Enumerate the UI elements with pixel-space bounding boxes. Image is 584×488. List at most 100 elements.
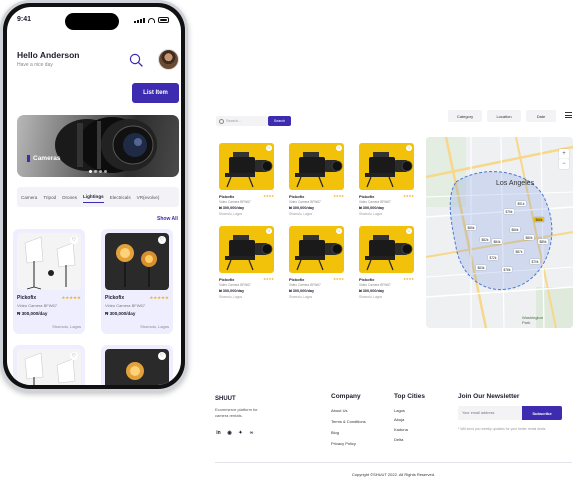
product-card[interactable]: ♡ bbox=[13, 345, 85, 385]
linkedin-icon[interactable]: in bbox=[215, 429, 222, 436]
footer-link-privacy[interactable]: Privacy Policy bbox=[331, 441, 356, 446]
camera-lens-image bbox=[55, 117, 157, 173]
favorite-heart-icon[interactable]: ♡ bbox=[336, 228, 342, 234]
menu-icon[interactable] bbox=[565, 112, 572, 118]
tab-vr[interactable]: VR(evolve) bbox=[137, 192, 160, 203]
map-price-pin[interactable]: $84k bbox=[492, 239, 502, 244]
footer-brand: SHUUT bbox=[215, 396, 236, 402]
link-icon[interactable]: ∞ bbox=[248, 429, 255, 436]
product-card[interactable]: ♡ bbox=[101, 345, 173, 385]
map-panel[interactable]: Los Angeles Washington Park + − $65k $82k… bbox=[426, 137, 573, 328]
product-card[interactable]: ♡ Pickofix ★★★★ Video Camera BFW67 ₦ 300,000… bbox=[359, 143, 414, 223]
map-price-pin[interactable]: $66k bbox=[510, 227, 520, 232]
tab-camera[interactable]: Camera bbox=[21, 192, 37, 203]
avatar[interactable] bbox=[158, 49, 179, 70]
carousel-dots[interactable] bbox=[89, 170, 107, 173]
footer-divider bbox=[215, 462, 572, 463]
favorite-heart-icon[interactable]: ♡ bbox=[406, 228, 412, 234]
hero-banner[interactable]: Cameras bbox=[17, 115, 179, 177]
zoom-out-button[interactable]: − bbox=[559, 159, 569, 169]
product-image: ♡ bbox=[359, 226, 414, 273]
tab-electricals[interactable]: Electricals bbox=[110, 192, 131, 203]
product-card[interactable]: ♡ Pickofix ★★★★ Video Camera BFW67 ₦ 300,000… bbox=[289, 226, 344, 306]
video-camera-image bbox=[295, 235, 343, 271]
city-link-delta[interactable]: Delta bbox=[394, 437, 403, 442]
favorite-heart-icon[interactable]: ♡ bbox=[266, 228, 272, 234]
map-price-pin[interactable]: $78k bbox=[502, 267, 512, 272]
video-camera-image bbox=[365, 235, 413, 271]
map-price-pin[interactable]: $63k bbox=[476, 265, 486, 270]
location-filter[interactable]: Location bbox=[487, 110, 521, 122]
product-card[interactable]: ♡ Pickofix ★★★★ Video Camera BFW67 ₦ 300,000… bbox=[289, 143, 344, 223]
copyright-text: Copyright ©SHUUT 2022. All Rights Reserv… bbox=[351, 472, 436, 477]
favorite-heart-icon[interactable]: ♡ bbox=[158, 236, 166, 244]
product-card[interactable]: ♡ Pickofix ★★★★ Video Camera BFW67 ₦ 300,000… bbox=[359, 226, 414, 306]
company-heading: Company bbox=[331, 393, 361, 400]
city-link-abuja[interactable]: Abuja bbox=[394, 417, 404, 422]
tab-drones[interactable]: Drones bbox=[62, 192, 77, 203]
category-tabs: Camera Tripod Drones Lightings Electrica… bbox=[17, 187, 179, 207]
product-description: Video Camera BFW67 bbox=[17, 303, 57, 308]
product-card[interactable]: ♡ Pickofix ★★★★ Video Camera BFW67 ₦ 300,000… bbox=[219, 226, 274, 306]
city-link-lagos[interactable]: Lagos bbox=[394, 408, 405, 413]
map-price-pin[interactable]: $82k bbox=[480, 237, 490, 242]
show-all-link[interactable]: Show All bbox=[157, 216, 178, 222]
greeting-subtitle: Have a nice day bbox=[17, 62, 53, 68]
product-image: ♡ bbox=[17, 233, 81, 290]
product-name: Pickofix bbox=[359, 277, 375, 282]
product-card[interactable]: ♡ Pickofix ★★★★★ Video Camera BFW67 ₦ 30… bbox=[101, 229, 173, 334]
map-price-pin[interactable]: $87k bbox=[514, 249, 524, 254]
product-location: Shomolu, Lagos bbox=[140, 324, 169, 329]
map-price-pin[interactable]: $70k bbox=[530, 259, 540, 264]
search-icon bbox=[219, 119, 224, 124]
favorite-heart-icon[interactable]: ♡ bbox=[406, 145, 412, 151]
city-link-kaduna[interactable]: Kaduna bbox=[394, 427, 408, 432]
newsletter-email-input[interactable]: Your email address bbox=[458, 406, 522, 420]
favorite-heart-icon[interactable]: ♡ bbox=[158, 352, 166, 360]
list-item-button[interactable]: List Item bbox=[132, 83, 179, 103]
map-price-pin[interactable]: $65k bbox=[466, 225, 476, 230]
dynamic-island bbox=[65, 13, 119, 30]
map-price-pin[interactable]: $89k bbox=[538, 239, 548, 244]
map-price-pin[interactable]: $72k bbox=[488, 255, 498, 260]
phone-screen: 9:41 Hello Anderson Have a nice day List… bbox=[7, 7, 181, 385]
footer-link-blog[interactable]: Blog bbox=[331, 430, 339, 435]
newsletter-heading: Join Our Newsletter bbox=[458, 393, 520, 400]
map-price-pin[interactable]: $91k bbox=[516, 201, 526, 206]
zoom-in-button[interactable]: + bbox=[559, 149, 569, 159]
map-city-label: Los Angeles bbox=[496, 180, 535, 187]
date-filter[interactable]: Date bbox=[526, 110, 556, 122]
search-button[interactable]: Search bbox=[268, 116, 291, 126]
favorite-heart-icon[interactable]: ♡ bbox=[266, 145, 272, 151]
product-card[interactable]: ♡ Pickofix ★★★★ Video Camera BFW67 ₦ 300,000… bbox=[219, 143, 274, 223]
map-price-pin[interactable]: $68k bbox=[534, 217, 544, 222]
category-filter[interactable]: Category bbox=[448, 110, 482, 122]
tab-tripod[interactable]: Tripod bbox=[43, 192, 56, 203]
favorite-heart-icon[interactable]: ♡ bbox=[336, 145, 342, 151]
product-location: Shomolu, Lagos bbox=[52, 324, 81, 329]
rating-stars: ★★★★ bbox=[263, 194, 274, 198]
subscribe-button[interactable]: Subscribe bbox=[522, 406, 562, 420]
footer-link-terms[interactable]: Terms & Conditions bbox=[331, 419, 366, 424]
video-camera-image bbox=[365, 152, 413, 188]
tab-lightings[interactable]: Lightings bbox=[83, 191, 104, 203]
map-price-pin[interactable]: $80k bbox=[524, 235, 534, 240]
product-name: Pickofix bbox=[219, 194, 235, 199]
hero-label: Cameras bbox=[27, 155, 60, 162]
rating-stars: ★★★★ bbox=[333, 194, 344, 198]
favorite-heart-icon[interactable]: ♡ bbox=[70, 236, 78, 244]
product-location: Shomolu, Lagos bbox=[289, 212, 313, 216]
phone-frame: 9:41 Hello Anderson Have a nice day List… bbox=[0, 0, 188, 392]
search-icon[interactable] bbox=[129, 53, 143, 67]
favorite-heart-icon[interactable]: ♡ bbox=[70, 352, 78, 360]
map-price-pin[interactable]: $75k bbox=[504, 209, 514, 214]
product-location: Shomolu, Lagos bbox=[359, 295, 383, 299]
product-image: ♡ bbox=[219, 226, 274, 273]
twitter-icon[interactable]: ✦ bbox=[237, 429, 244, 436]
product-location: Shomolu, Lagos bbox=[359, 212, 383, 216]
footer-link-about[interactable]: About Us bbox=[331, 408, 347, 413]
product-price: ₦ 300,000/day bbox=[17, 311, 48, 316]
social-links: in ◉ ✦ ∞ bbox=[215, 429, 255, 436]
whatsapp-icon[interactable]: ◉ bbox=[226, 429, 233, 436]
product-card[interactable]: ♡ Pickofix ★★★★★ Video Camera BFW67 ₦ 30… bbox=[13, 229, 85, 334]
